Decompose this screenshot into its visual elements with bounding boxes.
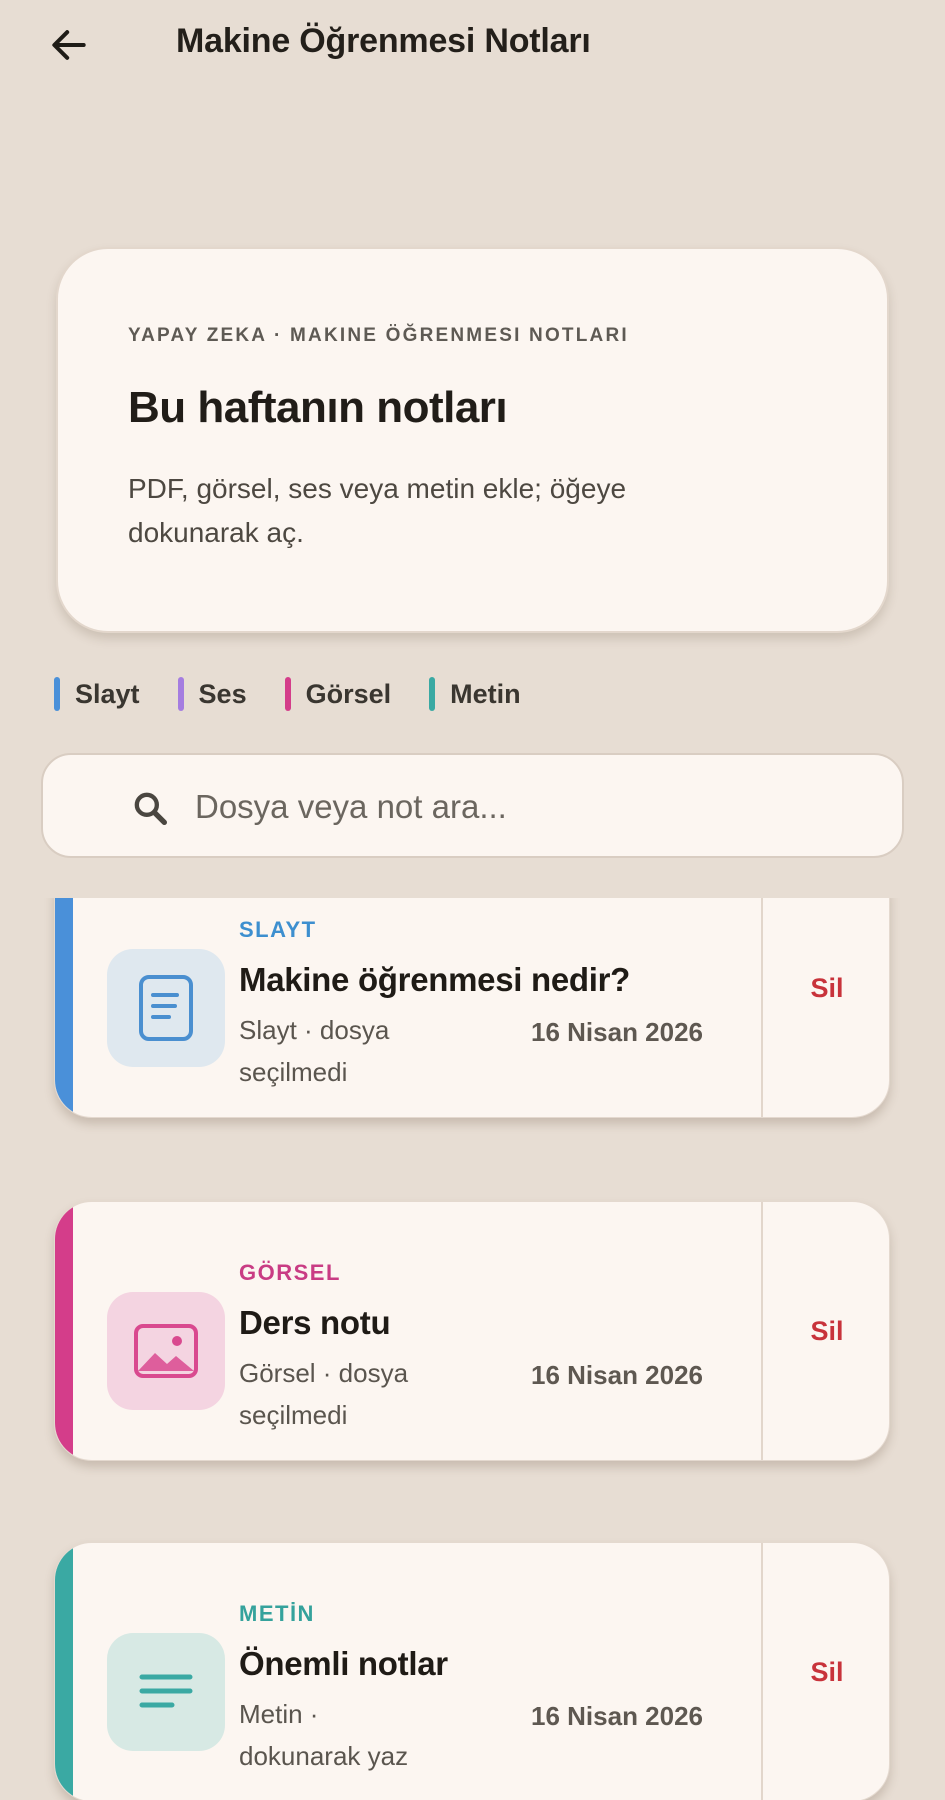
delete-button[interactable]: Sil (763, 1202, 889, 1460)
legend-item-gorsel: Görsel (284, 677, 392, 711)
notes-list: SLAYT Makine öğrenmesi nedir? Slayt · do… (0, 898, 945, 1800)
search-bar[interactable] (41, 753, 904, 858)
document-icon (139, 975, 193, 1041)
note-title: Ders notu (239, 1304, 391, 1341)
card-accent-bar (55, 898, 73, 1117)
legend-color-bar (284, 677, 291, 711)
image-icon (134, 1324, 198, 1378)
card-thumbnail (107, 1292, 225, 1410)
legend-label: Görsel (305, 678, 392, 709)
back-button[interactable] (38, 16, 100, 74)
legend-item-metin: Metin (429, 677, 521, 711)
arrow-left-icon (52, 30, 86, 60)
note-title: Makine öğrenmesi nedir? (239, 961, 631, 998)
legend-item-ses: Ses (177, 677, 247, 711)
legend-label: Ses (198, 678, 247, 709)
page-title: Makine Öğrenmesi Notları (176, 22, 591, 60)
legend-item-slayt: Slayt (54, 677, 140, 711)
note-title: Önemli notlar (239, 1645, 448, 1682)
summary-title: Bu haftanın notları (128, 383, 508, 432)
app-screen: Makine Öğrenmesi Notları YAPAY ZEKA · MA… (0, 0, 945, 1800)
search-input[interactable] (195, 777, 845, 837)
card-accent-bar (55, 1202, 73, 1460)
note-card[interactable]: SLAYT Makine öğrenmesi nedir? Slayt · do… (54, 898, 890, 1118)
card-thumbnail (107, 949, 225, 1067)
legend-label: Slayt (75, 678, 140, 709)
note-meta: Slayt · dosya seçilmedi (239, 1015, 390, 1087)
note-kind: SLAYT (239, 917, 317, 942)
note-meta: Görsel · dosya seçilmedi (239, 1358, 409, 1430)
legend-color-bar (54, 677, 60, 711)
note-kind: METİN (239, 1601, 315, 1626)
note-kind: GÖRSEL (239, 1260, 341, 1285)
delete-button[interactable]: Sil (763, 898, 889, 1117)
note-date: 16 Nisan 2026 (531, 1701, 704, 1731)
card-accent-bar (55, 1543, 73, 1800)
legend-color-bar (177, 677, 184, 711)
search-icon (134, 792, 167, 825)
note-meta: Metin · dokunarak yaz (239, 1699, 409, 1771)
note-card[interactable]: GÖRSEL Ders notu Görsel · dosya seçilmed… (54, 1201, 890, 1461)
legend-color-bar (429, 677, 436, 711)
type-legend: Slayt Ses Görsel Metin (54, 672, 559, 716)
summary-card: YAPAY ZEKA · MAKINE ÖĞRENMESI NOTLARI Bu… (56, 247, 889, 633)
top-bar: Makine Öğrenmesi Notları (0, 0, 945, 90)
card-thumbnail (107, 1633, 225, 1751)
note-card[interactable]: METİN Önemli notlar Metin · dokunarak ya… (54, 1542, 890, 1800)
summary-eyebrow: YAPAY ZEKA · MAKINE ÖĞRENMESI NOTLARI (128, 325, 629, 346)
note-date: 16 Nisan 2026 (531, 1017, 704, 1047)
legend-label: Metin (450, 678, 521, 709)
summary-description: PDF, görsel, ses veya metin ekle; öğeye … (128, 473, 627, 548)
text-lines-icon (139, 1674, 193, 1708)
delete-button[interactable]: Sil (763, 1543, 889, 1800)
note-date: 16 Nisan 2026 (531, 1360, 704, 1390)
